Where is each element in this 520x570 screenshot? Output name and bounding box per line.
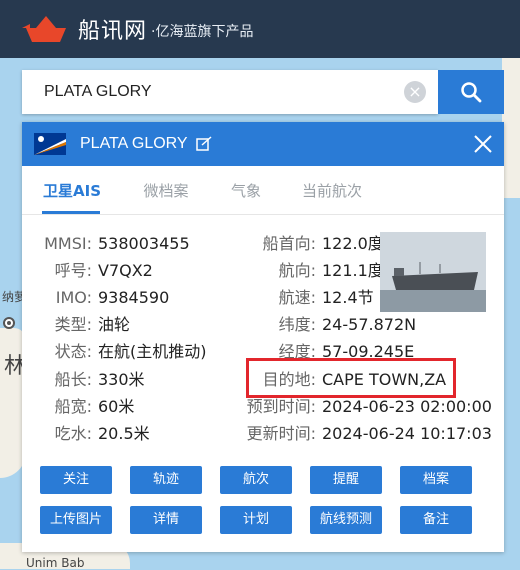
brand-name: 船讯网 [78, 19, 148, 44]
notes-button[interactable]: 备注 [400, 506, 472, 534]
field-eta: 预到时间: 2024-06-23 02:00:00 [246, 397, 492, 416]
field-beam: 船宽: 60米 [54, 397, 135, 416]
field-latitude: 纬度: 24-57.872N [278, 315, 417, 334]
field-callsign: 呼号: V7QX2 [54, 261, 153, 280]
track-button[interactable]: 轨迹 [130, 466, 202, 494]
land-mass [502, 58, 520, 198]
field-type: 类型: 油轮 [54, 315, 131, 334]
field-draught: 吃水: 20.5米 [54, 424, 150, 443]
field-heading: 船首向: 122.0度 [262, 234, 384, 253]
field-mmsi: MMSI: 538003455 [44, 234, 190, 253]
archive-button[interactable]: 档案 [400, 466, 472, 494]
destination-highlight-box [246, 358, 456, 398]
route-prediction-button[interactable]: 航线预测 [310, 506, 382, 534]
field-status: 状态: 在航(主机推动) [54, 342, 207, 361]
field-course: 航向: 121.1度 [278, 261, 384, 280]
top-bar: 船讯网 ·亿海蓝旗下产品 [0, 0, 520, 58]
ship-info-panel: PLATA GLORY 卫星AIS 微档案 气象 当前航次 MMSI: 53800… [22, 122, 504, 552]
field-updated: 更新时间: 2024-06-24 10:17:03 [246, 424, 492, 443]
search-button[interactable] [438, 70, 504, 114]
edit-icon[interactable] [195, 136, 212, 152]
panel-tabs: 卫星AIS 微档案 气象 当前航次 [22, 166, 504, 215]
close-panel-icon[interactable] [472, 133, 494, 155]
location-marker-icon[interactable] [2, 316, 16, 330]
ship-logo-icon [22, 16, 66, 42]
tab-satellite-ais[interactable]: 卫星AIS [22, 166, 122, 214]
field-length: 船长: 330米 [54, 370, 145, 389]
panel-header: PLATA GLORY [22, 122, 504, 166]
search-icon [461, 82, 482, 103]
plan-button[interactable]: 计划 [220, 506, 292, 534]
ship-photo[interactable] [380, 232, 486, 312]
ship-name: PLATA GLORY [80, 135, 188, 152]
field-imo: IMO: 9384590 [55, 288, 170, 307]
close-icon: × [408, 82, 422, 101]
reminder-button[interactable]: 提醒 [310, 466, 382, 494]
tab-weather[interactable]: 气象 [210, 166, 282, 214]
clear-search-button[interactable]: × [404, 81, 426, 103]
search-box: × [22, 70, 438, 114]
tab-current-voyage[interactable]: 当前航次 [282, 166, 382, 214]
active-tab-indicator [42, 211, 100, 214]
search-input[interactable] [42, 82, 396, 102]
voyage-button[interactable]: 航次 [220, 466, 292, 494]
tanker-ship-image [380, 232, 486, 312]
follow-button[interactable]: 关注 [40, 466, 112, 494]
details-button[interactable]: 详情 [130, 506, 202, 534]
brand-tagline: ·亿海蓝旗下产品 [151, 24, 254, 40]
field-speed: 航速: 12.4节 [278, 288, 374, 307]
tab-micro-archive[interactable]: 微档案 [122, 166, 210, 214]
marshall-islands-flag-icon [34, 133, 66, 155]
map-label: Unim Bab [26, 556, 85, 570]
upload-image-button[interactable]: 上传图片 [40, 506, 112, 534]
